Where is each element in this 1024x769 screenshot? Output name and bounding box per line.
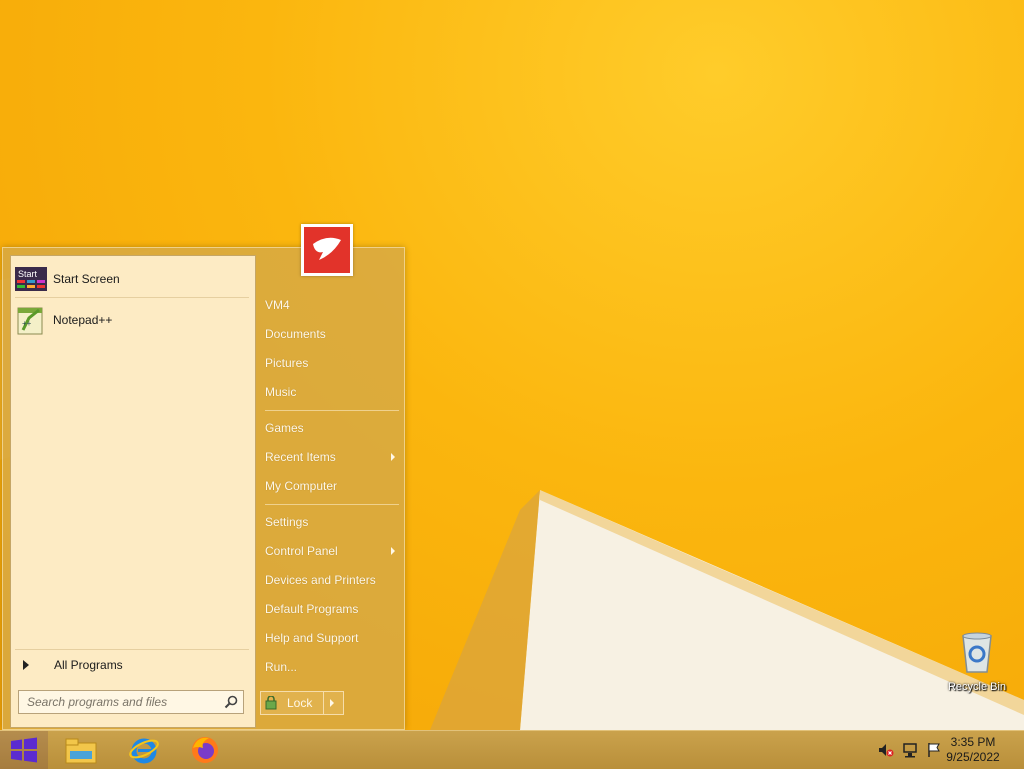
menu-item-documents[interactable]: Documents	[265, 322, 399, 346]
menu-item-label: Games	[265, 421, 304, 435]
search-input[interactable]	[25, 694, 224, 710]
system-tray: 3:35 PM 9/25/2022	[864, 731, 1024, 769]
divider	[15, 297, 249, 298]
lock-button[interactable]: Lock	[260, 691, 344, 715]
menu-item-games[interactable]: Games	[265, 416, 399, 440]
menu-item-label: Settings	[265, 515, 309, 529]
all-programs-label: All Programs	[54, 658, 123, 672]
clock-date: 9/25/2022	[946, 750, 1000, 764]
menu-item-label: Run...	[265, 660, 298, 674]
taskbar: 3:35 PM 9/25/2022	[0, 730, 1024, 769]
svg-text:Start: Start	[18, 269, 38, 279]
lock-label: Lock	[287, 696, 313, 710]
recycle-bin-label: Recycle Bin	[947, 681, 1007, 693]
menu-item-settings[interactable]: Settings	[265, 510, 399, 534]
menu-item-label: Recent Items	[265, 450, 336, 464]
menu-item-pictures[interactable]: Pictures	[265, 351, 399, 375]
menu-item-help-and-support[interactable]: Help and Support	[265, 626, 399, 650]
submenu-arrow-icon	[391, 547, 395, 555]
clock[interactable]: 3:35 PM 9/25/2022	[938, 735, 1008, 765]
divider	[15, 649, 249, 650]
menu-item-control-panel[interactable]: Control Panel	[265, 539, 399, 563]
menu-item-vm4[interactable]: VM4	[265, 293, 399, 317]
taskbar-internet-explorer[interactable]	[117, 731, 171, 769]
submenu-arrow-icon	[391, 453, 395, 461]
network-icon[interactable]	[902, 742, 918, 758]
divider	[323, 692, 324, 714]
triangle-right-icon	[23, 660, 29, 670]
menu-item-label: My Computer	[265, 479, 338, 493]
menu-item-default-programs[interactable]: Default Programs	[265, 597, 399, 621]
lock-icon	[265, 696, 277, 710]
menu-item-label: Pictures	[265, 356, 309, 370]
menu-item-label: Control Panel	[265, 544, 338, 558]
menu-item-run[interactable]: Run...	[265, 655, 399, 679]
menu-item-devices-and-printers[interactable]: Devices and Printers	[265, 568, 399, 592]
menu-item-label: Default Programs	[265, 602, 359, 616]
search-box[interactable]	[18, 690, 244, 714]
file-explorer-icon	[65, 738, 97, 764]
user-avatar-icon	[304, 227, 350, 273]
start-menu-places-pane: VM4 Documents Pictures Music Games Recen…	[257, 248, 404, 729]
clock-time: 3:35 PM	[950, 735, 996, 749]
firefox-icon	[192, 737, 218, 763]
menu-item-label: Documents	[265, 327, 326, 341]
lock-options-arrow-icon[interactable]	[330, 699, 334, 707]
start-screen-icon: Start	[15, 267, 47, 291]
start-button[interactable]	[0, 731, 48, 769]
pinned-start-screen[interactable]: Start Start Screen	[15, 261, 251, 297]
menu-item-label: VM4	[265, 298, 290, 312]
user-picture[interactable]	[301, 224, 353, 276]
all-programs-button[interactable]: All Programs	[15, 652, 251, 678]
menu-item-recent-items[interactable]: Recent Items	[265, 445, 399, 469]
taskbar-file-explorer[interactable]	[54, 731, 108, 769]
menu-item-my-computer[interactable]: My Computer	[265, 474, 399, 498]
pinned-label: Start Screen	[53, 272, 120, 286]
divider	[265, 504, 399, 505]
pinned-label: Notepad++	[53, 313, 113, 327]
taskbar-firefox[interactable]	[178, 731, 232, 769]
volume-muted-icon[interactable]	[878, 742, 894, 758]
menu-item-label: Music	[265, 385, 297, 399]
pinned-notepadpp[interactable]: ++ Notepad++	[15, 302, 251, 338]
menu-item-label: Devices and Printers	[265, 573, 376, 587]
menu-item-music[interactable]: Music	[265, 380, 399, 404]
recycle-bin-icon	[962, 632, 992, 673]
internet-explorer-icon	[129, 738, 159, 764]
svg-text:++: ++	[22, 319, 32, 328]
notepadpp-icon: ++	[17, 307, 43, 335]
search-icon[interactable]	[223, 694, 239, 710]
start-menu-programs-pane: Start Start Screen ++ Notepad++ All Prog…	[10, 255, 256, 728]
menu-item-label: Help and Support	[265, 631, 359, 645]
start-menu: Start Start Screen ++ Notepad++ All Prog…	[2, 247, 405, 730]
recycle-bin[interactable]: Recycle Bin	[940, 630, 1014, 700]
divider	[265, 410, 399, 411]
windows-logo-icon	[11, 737, 37, 763]
